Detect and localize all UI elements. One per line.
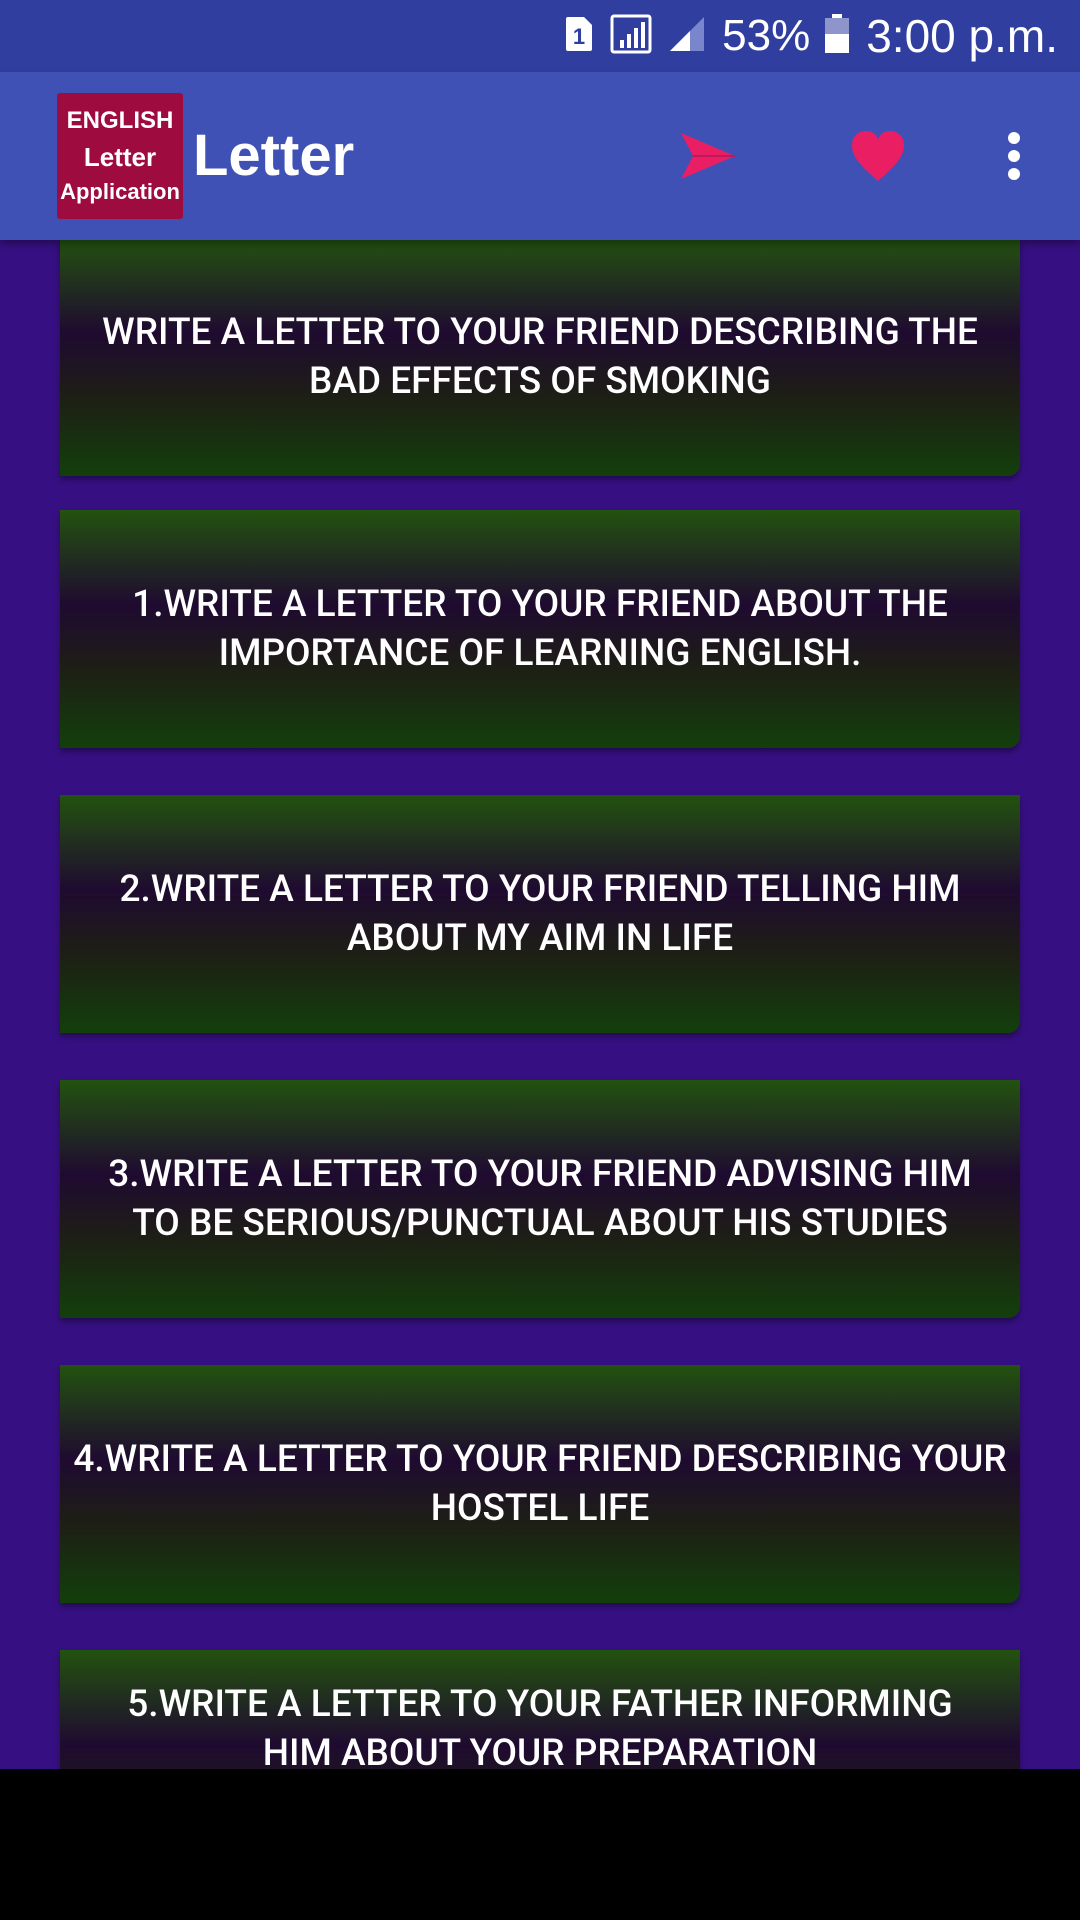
wifi-calling-signal-icon [610,14,652,58]
letter-title: 2.WRITE A LETTER TO YOUR FRIEND TELLING … [119,868,961,960]
letter-card[interactable]: 2.WRITE A LETTER TO YOUR FRIEND TELLING … [60,795,1020,1033]
send-icon [681,133,735,179]
letter-card[interactable]: WRITE A LETTER TO YOUR FRIEND DESCRIBING… [60,240,1020,476]
logo-line-3: Application [60,179,180,204]
letter-title: 1.WRITE A LETTER TO YOUR FRIEND ABOUT TH… [132,583,948,675]
logo-line-2: Letter [83,142,157,172]
letter-card[interactable]: 3.WRITE A LETTER TO YOUR FRIEND ADVISING… [60,1080,1020,1318]
letter-card[interactable]: 4.WRITE A LETTER TO YOUR FRIEND DESCRIBI… [60,1365,1020,1603]
letter-title: 5.WRITE A LETTER TO YOUR FATHER INFORMIN… [127,1683,953,1769]
app-bar: ENGLISH Letter Application Letter [0,72,1080,240]
battery-percent: 53% [722,11,811,60]
status-bar: 1 53% 3:00 p.m. [0,0,1080,72]
cell-signal-icon [668,15,706,57]
logo-line-1: ENGLISH [66,107,174,134]
sim-icon: 1 [564,15,594,57]
favorite-button[interactable] [842,72,914,240]
app-logo: ENGLISH Letter Application [57,93,183,219]
letter-title: 4.WRITE A LETTER TO YOUR FRIEND DESCRIBI… [73,1438,1007,1530]
share-button[interactable] [672,72,744,240]
letter-title: 3.WRITE A LETTER TO YOUR FRIEND ADVISING… [108,1153,972,1245]
battery-icon [824,14,850,58]
overflow-menu-button[interactable] [990,72,1038,240]
letter-card[interactable]: 1.WRITE A LETTER TO YOUR FRIEND ABOUT TH… [60,510,1020,748]
letter-list[interactable]: WRITE A LETTER TO YOUR FRIEND DESCRIBING… [0,240,1080,1769]
letter-title: WRITE A LETTER TO YOUR FRIEND DESCRIBING… [102,311,978,403]
navigation-bar [0,1769,1080,1920]
clock: 3:00 p.m. [866,10,1058,62]
letter-card[interactable]: 5.WRITE A LETTER TO YOUR FATHER INFORMIN… [60,1650,1020,1769]
screen: 1 53% 3:00 p.m. ENGLISH Letter Applicati… [0,0,1080,1920]
sim-label: 1 [573,24,585,49]
app-title: Letter [193,123,355,188]
more-vert-icon [1008,132,1020,180]
heart-icon [852,131,904,181]
